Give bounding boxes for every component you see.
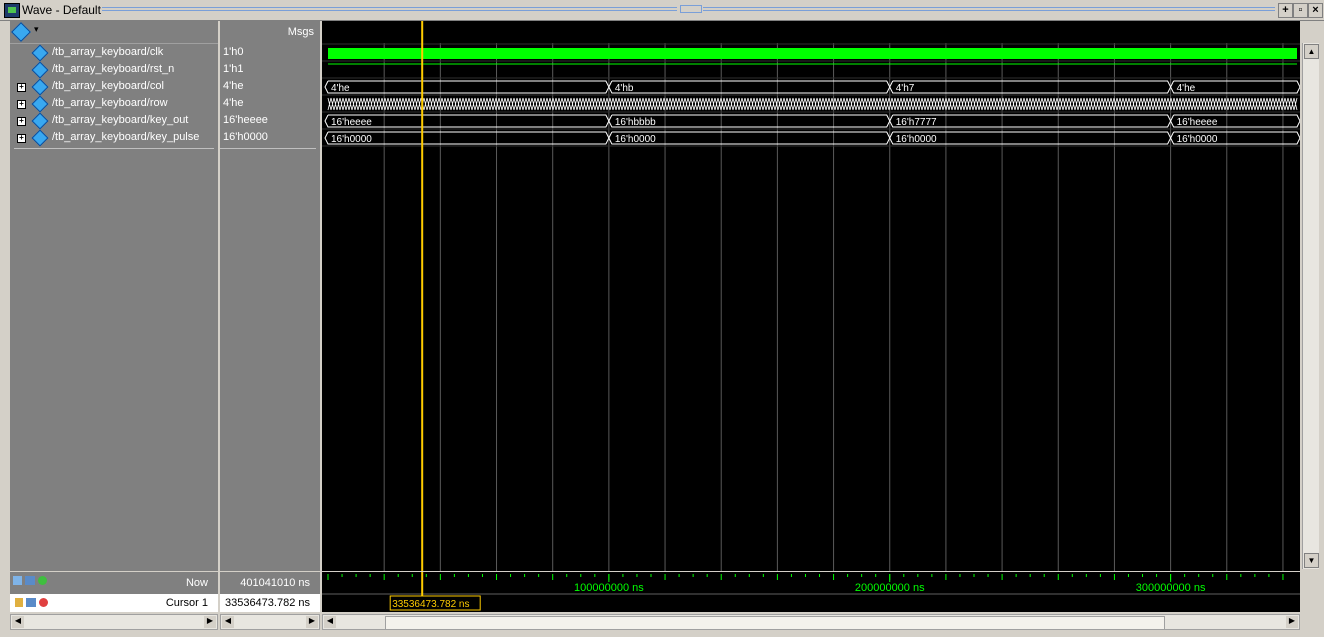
- col-label: 4'he: [1177, 83, 1196, 94]
- signal-name: /tb_array_keyboard/col: [52, 80, 164, 92]
- signal-values-pane: Msgs 1'h0 1'h1 4'he 4'he 16'heeee 16'h0000: [220, 21, 320, 571]
- signal-value: 1'h1: [223, 63, 244, 75]
- cursor-row-names[interactable]: Cursor 1: [10, 594, 218, 612]
- timeline-ruler[interactable]: 100000000 ns 200000000 ns 300000000 ns 3353…: [322, 572, 1300, 612]
- key-out-label: 16'heeee: [331, 117, 372, 128]
- names-hscroll[interactable]: ◀ ▶: [10, 614, 218, 630]
- col-label: 4'hb: [615, 83, 634, 94]
- waveform-pane[interactable]: 4'he 4'hb 4'h7 4'he 16'heeee 16'hbbbb 16'h7777…: [322, 21, 1300, 571]
- signal-value: 16'heeee: [223, 114, 268, 126]
- signal-name: /tb_array_keyboard/row: [52, 97, 168, 109]
- expand-icon[interactable]: +: [17, 100, 26, 109]
- scroll-left-icon[interactable]: ◀: [12, 616, 24, 628]
- signal-name: /tb_array_keyboard/rst_n: [52, 63, 175, 75]
- scroll-right-icon[interactable]: ▶: [204, 616, 216, 628]
- pen-icon[interactable]: [26, 598, 36, 607]
- now-label: Now: [185, 577, 208, 589]
- signal-row[interactable]: + /tb_array_keyboard/col: [10, 78, 218, 96]
- window-title-bar: Wave - Default + ▫ ×: [0, 0, 1324, 21]
- values-hscroll[interactable]: ◀ ▶: [220, 614, 320, 630]
- expand-icon[interactable]: +: [17, 134, 26, 143]
- signal-row[interactable]: /tb_array_keyboard/clk: [10, 44, 218, 62]
- col-label: 4'he: [331, 83, 350, 94]
- diamond-signal-icon[interactable]: [11, 22, 31, 42]
- signal-diamond-icon: [31, 112, 49, 130]
- cursor-label: Cursor 1: [165, 597, 208, 609]
- dock-plus-icon[interactable]: +: [1278, 3, 1293, 18]
- signal-names-pane: ▾ /tb_array_keyboard/clk/tb_array_keyboa…: [10, 21, 218, 571]
- key-pulse-label: 16'h0000: [1177, 134, 1218, 145]
- undock-icon[interactable]: ▫: [1293, 3, 1308, 18]
- clk-wave: [328, 48, 1297, 59]
- signal-diamond-icon: [31, 78, 49, 96]
- scroll-right-icon[interactable]: ▶: [1286, 616, 1298, 628]
- scroll-down-icon[interactable]: ▼: [1304, 553, 1319, 568]
- remove-cursor-icon[interactable]: [39, 598, 48, 607]
- lock-icon[interactable]: [15, 598, 23, 607]
- waveform-canvas[interactable]: 4'he 4'hb 4'h7 4'he 16'heeee 16'hbbbb 16'h7777…: [322, 21, 1300, 571]
- values-header: Msgs: [220, 21, 320, 43]
- expand-icon[interactable]: +: [17, 117, 26, 126]
- signal-name: /tb_array_keyboard/clk: [52, 46, 164, 58]
- col-wave: [324, 80, 610, 94]
- signal-name: /tb_array_keyboard/key_out: [52, 114, 189, 126]
- title-grip-left: [102, 7, 677, 11]
- col-label: 4'h7: [896, 83, 915, 94]
- vertical-scrollbar[interactable]: ▲ ▼: [1302, 43, 1319, 569]
- cursor-value-cell: 33536473.782 ns: [220, 594, 320, 612]
- wave-window-icon: [4, 3, 20, 18]
- cursor-panel: Now 401041010 ns Cursor 1 33536473.782 n…: [0, 572, 1324, 637]
- key-out-label: 16'hbbbb: [615, 117, 656, 128]
- col-wave: [608, 80, 891, 94]
- title-grip-handle[interactable]: [680, 5, 702, 13]
- col-wave: [889, 80, 1172, 94]
- zoom-icon[interactable]: [25, 576, 35, 585]
- window-title: Wave - Default: [22, 3, 101, 17]
- left-frame: [0, 21, 10, 571]
- key-out-label: 16'heeee: [1177, 117, 1218, 128]
- close-icon[interactable]: ×: [1308, 3, 1323, 18]
- signal-diamond-icon: [31, 44, 49, 62]
- key-pulse-label: 16'h0000: [615, 134, 656, 145]
- wave-hscroll[interactable]: ◀ ▶: [322, 614, 1300, 630]
- now-row-names: Now: [10, 572, 218, 594]
- add-wave-icon[interactable]: [13, 576, 22, 585]
- scroll-left-icon[interactable]: ◀: [324, 616, 336, 628]
- ruler-label: 100000000 ns: [574, 582, 644, 594]
- now-value: 401041010 ns: [240, 577, 310, 589]
- signal-value: 4'he: [223, 80, 244, 92]
- key-pulse-label: 16'h0000: [896, 134, 937, 145]
- signal-diamond-icon: [31, 61, 49, 79]
- signal-value: 16'h0000: [223, 131, 268, 143]
- signal-name: /tb_array_keyboard/key_pulse: [52, 131, 200, 143]
- signal-row[interactable]: + /tb_array_keyboard/key_pulse: [10, 129, 218, 147]
- signal-value: 4'he: [223, 97, 244, 109]
- ruler-label: 300000000 ns: [1136, 582, 1206, 594]
- now-value-cell: 401041010 ns: [220, 572, 320, 594]
- timeline-area[interactable]: 100000000 ns 200000000 ns 300000000 ns 3353…: [322, 572, 1300, 612]
- msgs-label: Msgs: [287, 26, 314, 38]
- signal-row[interactable]: /tb_array_keyboard/rst_n: [10, 61, 218, 79]
- title-grip-right: [703, 7, 1275, 11]
- chevron-down-icon[interactable]: ▾: [34, 24, 39, 35]
- signal-diamond-icon: [31, 95, 49, 113]
- signal-diamond-icon: [31, 129, 49, 147]
- cursor-value: 33536473.782 ns: [224, 597, 310, 609]
- row-wave: [327, 97, 1298, 111]
- expand-icon[interactable]: +: [17, 83, 26, 92]
- signal-value: 1'h0: [223, 46, 244, 58]
- scroll-right-icon[interactable]: ▶: [306, 616, 318, 628]
- signal-row[interactable]: + /tb_array_keyboard/row: [10, 95, 218, 113]
- names-header: ▾: [10, 21, 218, 43]
- key-out-label: 16'h7777: [896, 117, 937, 128]
- cursor-box-label: 33536473.782 ns: [392, 599, 469, 610]
- key-pulse-label: 16'h0000: [331, 134, 372, 145]
- scroll-left-icon[interactable]: ◀: [222, 616, 234, 628]
- scroll-thumb[interactable]: [385, 616, 1165, 630]
- plus-circle-icon[interactable]: [38, 576, 47, 585]
- scroll-up-icon[interactable]: ▲: [1304, 44, 1319, 59]
- signal-row[interactable]: + /tb_array_keyboard/key_out: [10, 112, 218, 130]
- ruler-label: 200000000 ns: [855, 582, 925, 594]
